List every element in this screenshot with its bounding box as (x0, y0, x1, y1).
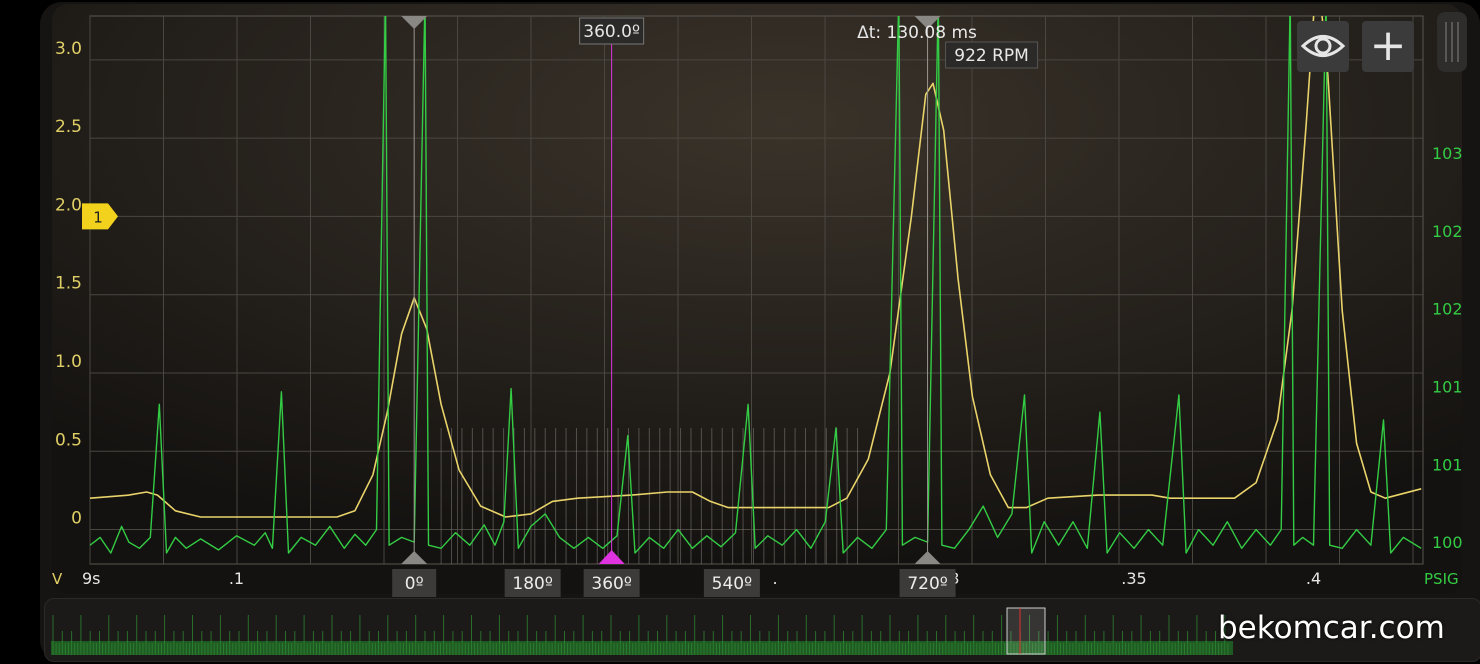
y-right-unit: PSIG (1424, 570, 1459, 588)
plus-icon: + (1369, 20, 1407, 71)
plot-background (52, 4, 1462, 594)
y-left-tick-label: 3.0 (55, 39, 82, 59)
crank-angle-label: 360º (591, 574, 631, 594)
crank-angle-label: 180º (512, 574, 552, 594)
crank-angle-label: 720º (907, 574, 947, 594)
y-right-tick-label: 102 (1432, 222, 1463, 241)
rpm-readout: 922 RPM (954, 46, 1029, 66)
watermark: bekomcar.com (1218, 610, 1445, 646)
y-left-tick-label: 2.5 (55, 117, 82, 137)
y-right-tick-label: 102 (1432, 300, 1463, 319)
y-right-tick-label: 101 (1432, 378, 1463, 397)
trigger-level-label: 1 (93, 208, 103, 226)
y-left-tick-label: 1.5 (55, 274, 82, 294)
delta-time-readout: Δt: 130.08 ms (857, 23, 977, 43)
visibility-button[interactable] (1297, 21, 1349, 72)
x-tick-label: .35 (1121, 569, 1146, 588)
y-left-tick-label: 2.0 (55, 195, 82, 215)
handle-grip-line (1445, 22, 1447, 62)
scope-plot[interactable]: 3.0 2.5 2.0 1.5 1.0 0.5 0 100 101 101 102 102 103 9… (0, 0, 1480, 600)
handle-grip-line (1451, 22, 1453, 62)
y-left-tick-label: 0 (71, 509, 82, 529)
add-channel-button[interactable]: + (1362, 21, 1414, 72)
crank-angle-label: 540º (712, 574, 752, 594)
y-right-tick-label: 101 (1432, 455, 1463, 474)
x-tick-label: 9s (82, 569, 101, 588)
overview-viewport[interactable] (1006, 607, 1046, 655)
y-left-unit: V (52, 570, 63, 588)
y-right-tick-label: 103 (1432, 144, 1463, 163)
x-tick-label: . (772, 569, 777, 588)
waveform-chart[interactable]: 3.0 2.5 2.0 1.5 1.0 0.5 0 100 101 101 102 102 103 9… (0, 0, 1480, 600)
app-screen: 3.0 2.5 2.0 1.5 1.0 0.5 0 100 101 101 102 102 103 9… (0, 0, 1480, 664)
eye-icon (1300, 35, 1346, 57)
y-left-tick-label: 1.0 (55, 352, 82, 372)
cursor-label: 360.0º (583, 22, 640, 42)
side-panel-handle[interactable] (1437, 12, 1467, 72)
crank-angle-label: 0º (405, 574, 424, 594)
y-left-tick-label: 0.5 (55, 430, 82, 450)
x-tick-label: .4 (1306, 569, 1321, 588)
handle-grip-line (1457, 22, 1459, 62)
crank-angle-comb (440, 428, 859, 564)
x-tick-label: .1 (229, 569, 244, 588)
y-right-tick-label: 100 (1432, 533, 1463, 552)
